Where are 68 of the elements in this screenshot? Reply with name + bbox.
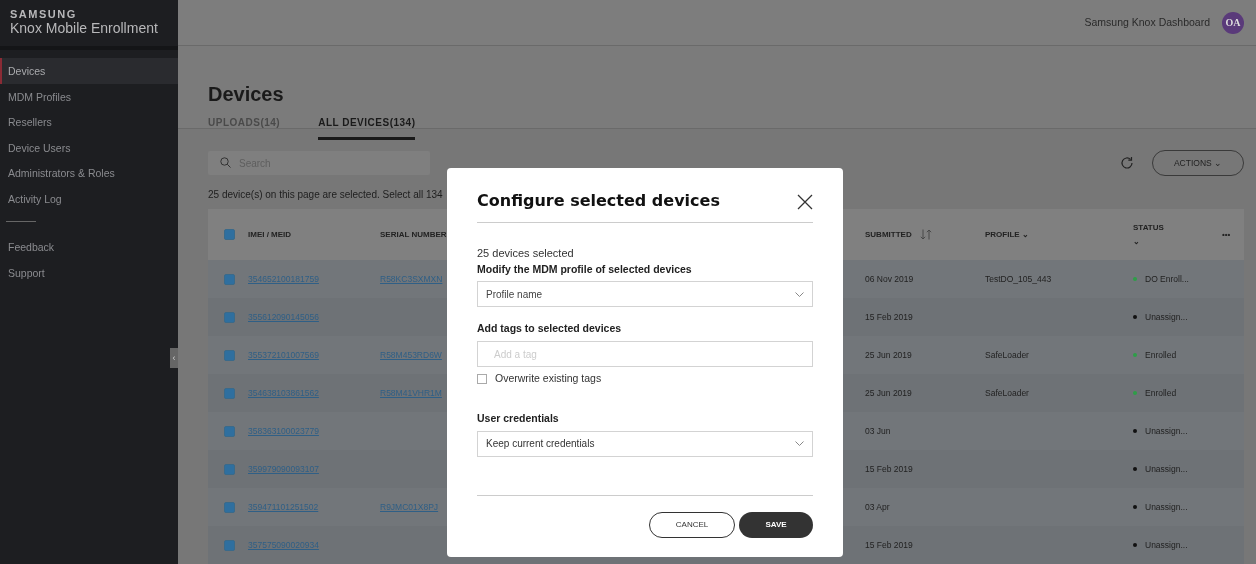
dialog-title: Configure selected devices xyxy=(477,191,720,211)
save-button[interactable]: SAVE xyxy=(739,511,813,538)
tags-label: Add tags to selected devices xyxy=(477,321,623,337)
row-checkbox[interactable] xyxy=(224,463,235,475)
table-cell-text: SafeLoader xyxy=(985,386,1030,400)
table-cell-text: 15 Feb 2019 xyxy=(865,310,914,324)
table-cell-text: 03 Apr xyxy=(865,500,891,514)
status-text: DO Enroll... xyxy=(1145,272,1189,286)
select-all-checkbox[interactable] xyxy=(224,229,235,240)
sidebar-item[interactable]: MDM Profiles xyxy=(0,83,178,109)
row-checkbox[interactable] xyxy=(224,425,235,437)
table-cell-text: 15 Feb 2019 xyxy=(865,538,914,552)
chevron-down-icon xyxy=(795,441,804,446)
product-name: Knox Mobile Enrollment xyxy=(10,20,159,37)
row-checkbox[interactable] xyxy=(224,501,235,513)
table-cell-text: TestDO_105_443 xyxy=(985,272,1053,286)
status-text: Enrolled xyxy=(1145,386,1177,400)
page-title: Devices xyxy=(208,84,285,104)
user-avatar[interactable]: OA xyxy=(1222,11,1244,34)
refresh-icon[interactable] xyxy=(1120,156,1134,170)
search-icon xyxy=(220,157,231,168)
column-header[interactable]: IMEI / MEID xyxy=(248,228,380,241)
column-title: STATUS xyxy=(1133,221,1165,234)
cancel-button[interactable]: CANCEL xyxy=(649,511,735,538)
sidebar-item[interactable]: Devices xyxy=(0,58,178,84)
sidebar-item[interactable]: Feedback xyxy=(0,234,178,260)
profile-dropdown[interactable]: Profile name xyxy=(477,281,813,308)
table-cell-text: 06 Nov 2019 xyxy=(865,272,915,286)
table-cell-text: 15 Feb 2019 xyxy=(865,462,914,476)
sidebar-item[interactable]: Resellers xyxy=(0,109,178,135)
status-text: Unassign... xyxy=(1145,462,1188,476)
column-header[interactable]: SUBMITTED xyxy=(865,228,912,241)
brand-name: SAMSUNG xyxy=(10,8,78,21)
table-cell-text: 25 Jun 2019 xyxy=(865,348,913,362)
selection-note: 25 device(s) on this page are selected. xyxy=(208,189,380,200)
overwrite-label: Overwrite existing tags xyxy=(495,371,602,386)
table-cell-text: 03 Jun xyxy=(865,424,892,438)
row-checkbox[interactable] xyxy=(224,311,235,323)
selected-count: 25 devices selected xyxy=(477,246,575,261)
sidebar-item[interactable]: Device Users xyxy=(0,134,178,160)
overwrite-checkbox[interactable] xyxy=(477,373,487,384)
row-checkbox[interactable] xyxy=(224,539,235,551)
table-cell-text: 25 Jun 2019 xyxy=(865,386,913,400)
caret-icon: ⌄ xyxy=(1133,234,1222,249)
profile-label: Modify the MDM profile of selected devices xyxy=(477,261,693,277)
row-checkbox[interactable] xyxy=(224,387,235,399)
row-checkbox[interactable] xyxy=(224,349,235,361)
status-text: Unassign... xyxy=(1145,500,1188,514)
chevron-down-icon xyxy=(795,291,804,297)
table-cell-text: SafeLoader xyxy=(985,348,1030,362)
tab[interactable]: ALL DEVICES(134) xyxy=(318,114,416,140)
status-text: Unassign... xyxy=(1145,310,1188,324)
dashboard-link[interactable]: Samsung Knox Dashboard xyxy=(1084,14,1210,31)
credentials-dropdown[interactable]: Keep current credentials xyxy=(477,430,813,457)
column-header[interactable]: PROFILE ⌄ xyxy=(985,228,1133,241)
collapse-handle[interactable]: ‹ xyxy=(170,348,178,368)
sidebar-item[interactable]: Support xyxy=(0,259,178,285)
close-icon[interactable] xyxy=(797,192,813,210)
select-all-link[interactable]: Select all 134 xyxy=(382,189,443,200)
sidebar-item[interactable]: Activity Log xyxy=(0,185,178,211)
status-text: Enrolled xyxy=(1145,348,1177,362)
status-text: Unassign... xyxy=(1145,538,1188,552)
status-text: Unassign... xyxy=(1145,424,1188,438)
row-checkbox[interactable] xyxy=(224,273,235,285)
more-icon[interactable]: ••• xyxy=(1222,228,1244,241)
sidebar-item[interactable]: Administrators & Roles xyxy=(0,160,178,186)
sort-icon[interactable] xyxy=(919,229,932,240)
credentials-label: User credentials xyxy=(477,410,560,426)
